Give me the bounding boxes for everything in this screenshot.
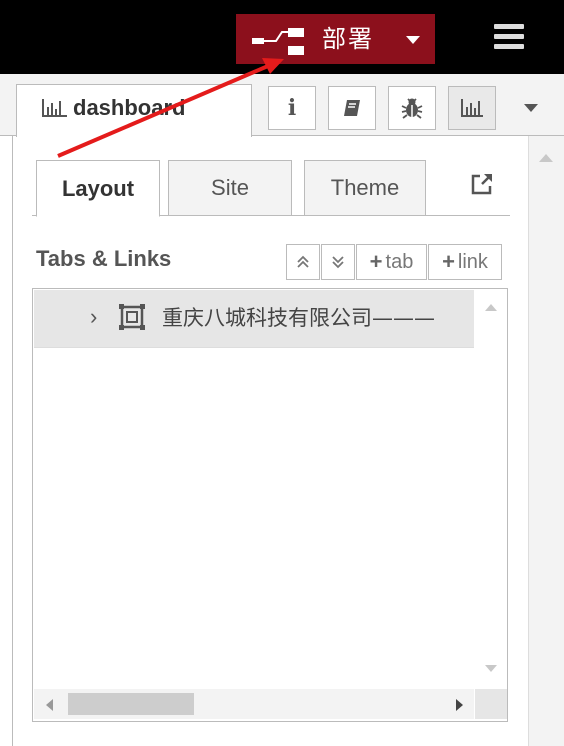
sidebar-tab-bar: dashboard i xyxy=(0,74,564,137)
subtab-layout[interactable]: Layout xyxy=(36,160,160,217)
double-chevron-up-icon xyxy=(297,255,309,268)
add-tab-button[interactable]: + tab xyxy=(356,244,427,280)
info-tab-button[interactable]: i xyxy=(268,86,316,130)
sidebar-scrollbar[interactable] xyxy=(528,136,564,746)
bar-chart-icon xyxy=(42,99,67,117)
tabs-tree: › 重庆八城科技有限公司——— xyxy=(32,288,508,722)
tree-vertical-scrollbar[interactable] xyxy=(475,290,507,690)
book-icon xyxy=(344,100,360,116)
dashboard-subtabs: Layout Site Theme xyxy=(32,160,510,217)
scrollbar-corner xyxy=(475,689,507,719)
chevron-right-icon[interactable]: › xyxy=(90,304,97,330)
section-title: Tabs & Links xyxy=(36,246,172,271)
tree-horizontal-scrollbar[interactable] xyxy=(34,689,474,719)
hamburger-menu-icon[interactable] xyxy=(490,20,528,54)
scrollbar-thumb[interactable] xyxy=(68,693,194,715)
deploy-button[interactable]: 部署 xyxy=(236,14,435,64)
deploy-label: 部署 xyxy=(322,25,374,53)
help-tab-button[interactable] xyxy=(328,86,376,130)
info-icon: i xyxy=(287,95,297,121)
tree-row-label: 重庆八城科技有限公司——— xyxy=(162,306,435,330)
subtab-theme[interactable]: Theme xyxy=(304,160,426,216)
bar-chart-icon xyxy=(461,99,483,117)
bug-icon xyxy=(401,98,423,119)
scroll-up-icon[interactable] xyxy=(485,304,497,311)
scroll-up-icon[interactable] xyxy=(539,154,553,162)
tab-frame-icon xyxy=(119,304,145,330)
deploy-caret-icon[interactable] xyxy=(406,36,420,44)
collapse-all-button[interactable] xyxy=(321,244,355,280)
add-tab-label: tab xyxy=(385,250,414,273)
scroll-right-icon[interactable] xyxy=(456,699,463,711)
tree-row[interactable]: › 重庆八城科技有限公司——— xyxy=(34,290,474,348)
plus-icon: + xyxy=(369,249,383,274)
external-link-icon[interactable] xyxy=(470,172,494,196)
add-link-button[interactable]: + link xyxy=(428,244,502,280)
dashboard-tab-button[interactable] xyxy=(448,86,496,130)
header-bar: 部署 xyxy=(0,0,564,74)
debug-tab-button[interactable] xyxy=(388,86,436,130)
tab-dashboard-label: dashboard xyxy=(73,95,186,120)
expand-all-button[interactable] xyxy=(286,244,320,280)
scroll-down-icon[interactable] xyxy=(485,665,497,672)
scroll-left-icon[interactable] xyxy=(46,699,53,711)
plus-icon: + xyxy=(442,249,455,274)
subtab-site[interactable]: Site xyxy=(168,160,292,216)
tab-dashboard[interactable]: dashboard xyxy=(16,84,252,137)
double-chevron-down-icon xyxy=(332,256,344,269)
add-link-label: link xyxy=(457,250,488,273)
caret-down-icon[interactable] xyxy=(524,104,538,112)
deploy-flow-icon xyxy=(252,28,304,55)
